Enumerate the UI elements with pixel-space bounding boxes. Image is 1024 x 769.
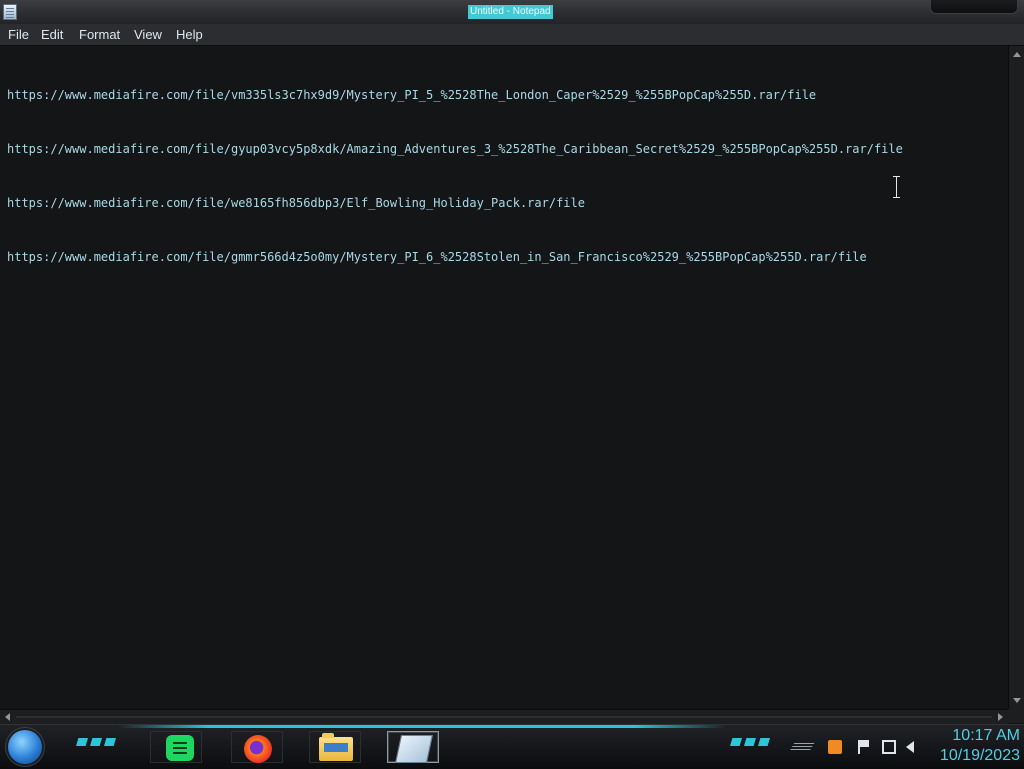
title-bar[interactable]: Untitled - Notepad	[0, 0, 1024, 25]
menu-view[interactable]: View	[134, 27, 162, 43]
orange-app-icon[interactable]	[828, 740, 842, 754]
text-line: https://www.mediafire.com/file/vm335ls3c…	[7, 88, 817, 102]
window-controls[interactable]	[930, 0, 1018, 14]
text-line: https://www.mediafire.com/file/gyup03vcy…	[7, 142, 903, 156]
taskbar-glow	[118, 725, 726, 728]
vertical-scrollbar[interactable]	[1008, 46, 1024, 709]
scroll-up-icon[interactable]	[1013, 52, 1021, 57]
spotify-icon	[166, 735, 194, 761]
menu-bar: File Edit Format View Help	[0, 24, 1024, 46]
notepad-app-icon[interactable]	[3, 4, 17, 20]
action-center-flag-icon[interactable]	[858, 740, 874, 754]
menu-file[interactable]: File	[8, 27, 29, 43]
scroll-track[interactable]	[16, 716, 992, 718]
taskbar-app-file-explorer[interactable]	[309, 731, 361, 763]
window-title: Untitled - Notepad	[468, 5, 553, 19]
file-explorer-icon	[319, 733, 353, 761]
decor-chevrons-left	[76, 738, 116, 746]
start-button[interactable]	[8, 730, 42, 764]
network-icon[interactable]	[882, 740, 896, 754]
show-hidden-icons[interactable]	[789, 743, 815, 751]
text-content[interactable]: https://www.mediafire.com/file/vm335ls3c…	[7, 50, 1008, 302]
menu-edit[interactable]: Edit	[41, 27, 63, 43]
volume-icon[interactable]	[906, 741, 914, 753]
scroll-right-icon[interactable]	[998, 713, 1003, 721]
taskbar-app-firefox[interactable]	[231, 731, 283, 763]
size-grip	[1008, 709, 1024, 723]
taskbar: 10:17 AM 10/19/2023	[0, 724, 1024, 769]
firefox-icon	[244, 735, 272, 763]
scroll-left-icon[interactable]	[5, 713, 10, 721]
clock-time[interactable]: 10:17 AM	[920, 727, 1020, 745]
text-editor[interactable]: https://www.mediafire.com/file/vm335ls3c…	[0, 46, 1008, 709]
text-line: https://www.mediafire.com/file/gmmr566d4…	[7, 250, 867, 264]
menu-format[interactable]: Format	[79, 27, 120, 43]
taskbar-app-notepad[interactable]	[387, 731, 439, 763]
clock-date[interactable]: 10/19/2023	[920, 747, 1020, 765]
notepad-icon	[395, 735, 433, 763]
menu-help[interactable]: Help	[176, 27, 203, 43]
horizontal-scrollbar[interactable]	[0, 709, 1008, 724]
taskbar-app-spotify[interactable]	[150, 731, 202, 763]
scroll-down-icon[interactable]	[1013, 698, 1021, 703]
text-line: https://www.mediafire.com/file/we8165fh8…	[7, 196, 585, 210]
text-cursor-icon	[892, 176, 901, 198]
decor-chevrons-right	[730, 738, 770, 746]
